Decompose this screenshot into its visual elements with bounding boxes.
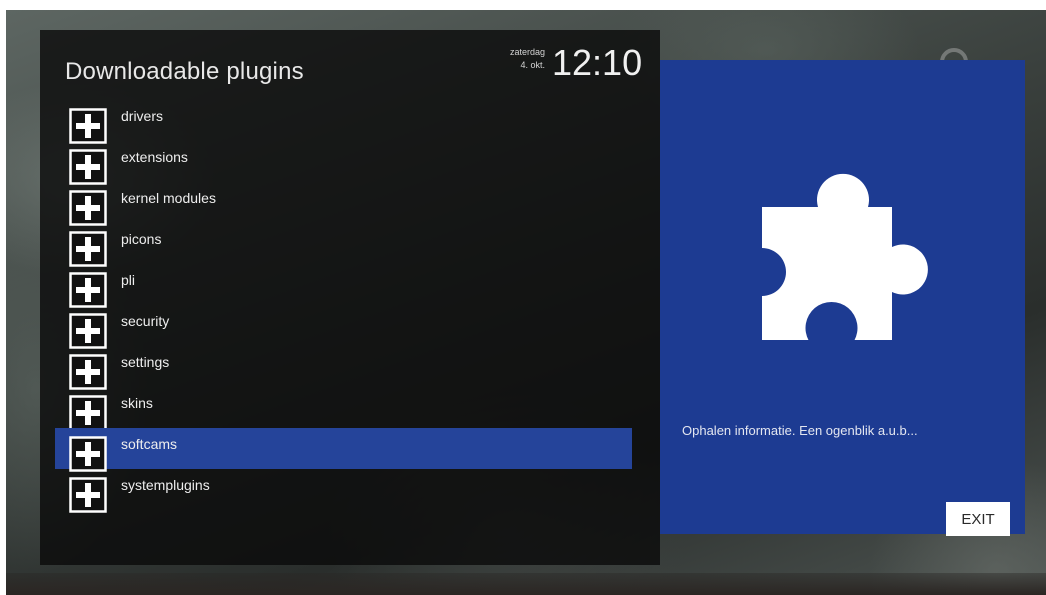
plugin-category-list: drivers extensions kernel modules picons pli… xyxy=(55,100,632,513)
plugin-item-label: extensions xyxy=(121,149,188,165)
plugin-item-label: systemplugins xyxy=(121,477,210,493)
plugin-menu-panel: Downloadable plugins zaterdag 4. okt. 12… xyxy=(40,30,660,565)
plugin-item-drivers[interactable]: drivers xyxy=(55,100,632,144)
plugin-item-label: picons xyxy=(121,231,162,247)
weekday-label: zaterdag xyxy=(509,47,545,57)
plus-icon xyxy=(69,313,107,349)
plugin-item-extensions[interactable]: extensions xyxy=(55,141,632,185)
plugin-item-settings[interactable]: settings xyxy=(55,346,632,390)
plugin-item-skins[interactable]: skins xyxy=(55,387,632,431)
plus-icon xyxy=(69,477,107,513)
plugin-item-label: settings xyxy=(121,354,170,370)
plugin-info-panel: Ophalen informatie. Een ogenblik a.u.b..… xyxy=(660,60,1025,536)
plus-icon xyxy=(69,272,107,308)
plus-icon xyxy=(69,436,107,472)
plus-icon xyxy=(69,190,107,226)
plugin-item-security[interactable]: security xyxy=(55,305,632,349)
exit-button[interactable]: EXIT xyxy=(946,502,1010,536)
plugin-item-label: skins xyxy=(121,395,153,411)
plugin-item-softcams[interactable]: softcams xyxy=(55,428,632,472)
date-display: zaterdag 4. okt. xyxy=(485,46,545,72)
plus-icon xyxy=(69,354,107,390)
tv-video-background: HD Downloadable plugins zaterdag 4. okt.… xyxy=(6,10,1046,595)
plus-icon xyxy=(69,149,107,185)
puzzle-piece-icon xyxy=(762,173,928,340)
plugin-item-label: security xyxy=(121,313,170,329)
plugin-item-picons[interactable]: picons xyxy=(55,223,632,267)
status-message: Ophalen informatie. Een ogenblik a.u.b..… xyxy=(682,423,918,438)
page-title: Downloadable plugins xyxy=(65,58,304,85)
plugin-item-label: pli xyxy=(121,272,136,288)
plugin-item-label: kernel modules xyxy=(121,190,216,206)
date-label: 4. okt. xyxy=(520,60,545,70)
plugin-item-label: drivers xyxy=(121,108,164,124)
clock: 12:10 xyxy=(552,42,643,83)
plus-icon xyxy=(69,231,107,267)
plugin-item-systemplugins[interactable]: systemplugins xyxy=(55,469,632,513)
plugin-item-pli[interactable]: pli xyxy=(55,264,632,308)
plus-icon xyxy=(69,108,107,144)
plus-icon xyxy=(69,395,107,431)
plugin-item-kernel-modules[interactable]: kernel modules xyxy=(55,182,632,226)
plugin-item-label: softcams xyxy=(121,436,178,452)
